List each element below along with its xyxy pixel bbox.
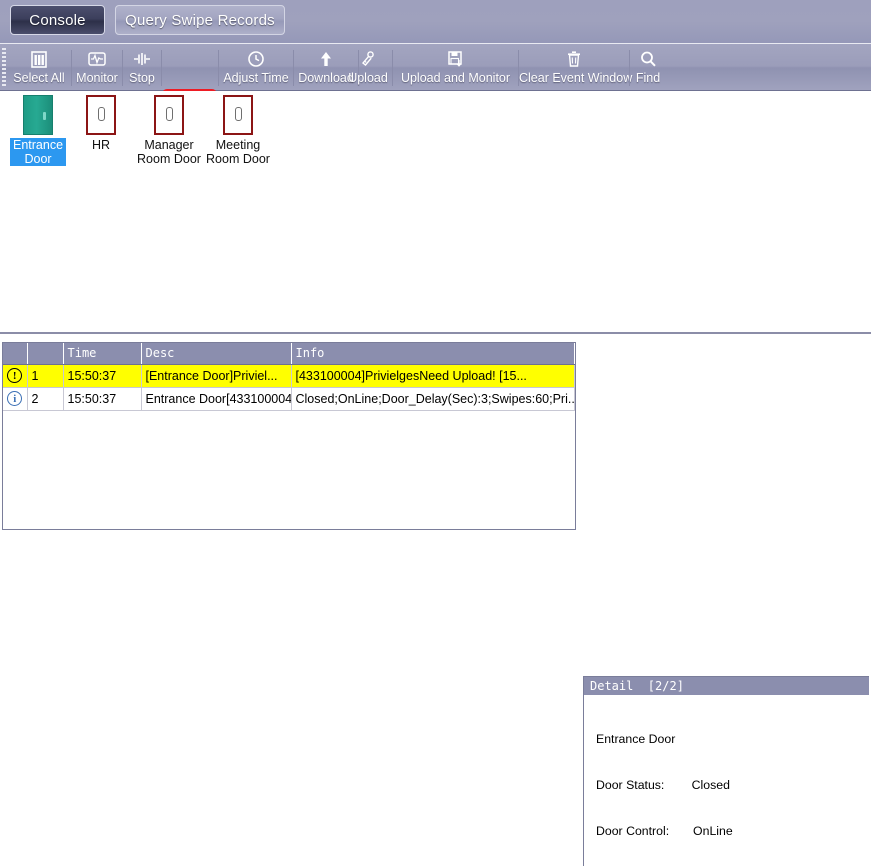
toolbar-label-adjust-time: Adjust Time <box>223 71 289 85</box>
door-icon-online <box>23 95 53 135</box>
toolbar-button-upload-and-monitor[interactable]: Upload and Monitor <box>393 46 518 90</box>
tab-bar: Console Query Swipe Records <box>0 0 871 43</box>
door-handle-icon <box>43 112 46 120</box>
detail-panel-title: Detail [2/2] <box>584 677 869 696</box>
toolbar-separator <box>161 50 162 86</box>
bottom-pane: Time Desc Info ! 1 15:50:37 [Entrance Do… <box>0 336 871 866</box>
device-entrance-door[interactable]: Entrance Door <box>10 95 67 168</box>
row-time: 15:50:37 <box>63 364 142 388</box>
toolbar-button-adjust-time[interactable]: Adjust Time <box>219 46 293 90</box>
row-status-cell: ! <box>3 364 28 388</box>
column-header-time[interactable]: Time <box>63 343 142 365</box>
tab-console[interactable]: Console <box>10 5 105 35</box>
application-window: Console Query Swipe Records Select All M… <box>0 0 871 866</box>
warning-icon: ! <box>7 368 23 384</box>
search-icon <box>630 48 666 70</box>
device-label-manager-room-door: Manager Room Door <box>137 138 201 166</box>
table-row[interactable]: i 2 15:50:37 Entrance Door[433100004] Cl… <box>3 387 575 411</box>
toolbar-button-stop[interactable]: Stop <box>123 46 161 90</box>
main-toolbar: Select All Monitor Stop Adjust Time Down… <box>0 43 871 133</box>
device-label-meeting-room-door: Meeting Room Door <box>206 138 270 166</box>
device-label-entrance-door: Entrance Door <box>10 138 67 166</box>
column-header-info[interactable]: Info <box>291 343 575 365</box>
table-row[interactable]: ! 1 15:50:37 [Entrance Door]Priviel... [… <box>3 364 575 388</box>
event-grid[interactable]: Time Desc Info ! 1 15:50:37 [Entrance Do… <box>2 342 576 530</box>
toolbar-label-select-all: Select All <box>13 71 65 85</box>
toolbar-button-upload[interactable]: Upload <box>344 46 392 90</box>
tab-query-swipe-records[interactable]: Query Swipe Records <box>115 5 285 35</box>
info-icon: i <box>7 391 23 407</box>
column-header-icon[interactable] <box>3 343 28 365</box>
key-upload-icon <box>344 48 392 70</box>
toolbar-label-monitor: Monitor <box>76 71 118 85</box>
toolbar-button-select-all[interactable]: Select All <box>8 46 70 90</box>
clock-icon <box>219 48 293 70</box>
toolbar-label-clear-event-window: Clear Event Window <box>519 71 633 85</box>
detail-panel-body: Entrance Door Door Status: Closed Door C… <box>584 696 869 866</box>
door-handle-icon <box>98 107 105 121</box>
row-index: 2 <box>27 387 64 411</box>
toolbar-drag-handle[interactable] <box>2 48 6 88</box>
row-description: [Entrance Door]Priviel... <box>141 364 292 388</box>
toolbar-label-upload-and-monitor: Upload and Monitor <box>400 71 511 85</box>
toolbar-label-upload: Upload <box>348 71 388 85</box>
device-label-hr: HR <box>91 138 111 152</box>
device-manager-room-door[interactable]: Manager Room Door <box>134 95 204 166</box>
device-canvas[interactable]: Entrance Door HR Manager Room Door Meeti… <box>0 91 871 334</box>
row-description: Entrance Door[433100004] <box>141 387 292 411</box>
event-grid-header-row: Time Desc Info <box>3 343 575 365</box>
detail-line-door-control: Door Control: OnLine <box>596 823 733 838</box>
door-icon-offline <box>223 95 253 135</box>
detail-line-door-status: Door Status: Closed <box>596 778 730 793</box>
row-index: 1 <box>27 364 64 388</box>
trash-icon <box>519 48 629 70</box>
toolbar-button-monitor[interactable]: Monitor <box>72 46 122 90</box>
door-handle-icon <box>235 107 242 121</box>
toolbar-label-find: Find <box>635 71 661 85</box>
device-hr[interactable]: HR <box>76 95 126 152</box>
door-icon-offline <box>154 95 184 135</box>
column-header-desc[interactable]: Desc <box>141 343 292 365</box>
floppy-save-icon <box>393 48 518 70</box>
toolbar-label-stop: Stop <box>129 71 155 85</box>
row-time: 15:50:37 <box>63 387 142 411</box>
door-handle-icon <box>166 107 173 121</box>
detail-line-device-name: Entrance Door <box>596 732 676 747</box>
toolbar-button-find[interactable]: Find <box>630 46 666 90</box>
row-status-cell: i <box>3 387 28 411</box>
columns-icon <box>8 48 70 70</box>
waveform-monitor-icon <box>72 48 122 70</box>
row-info: Closed;OnLine;Door_Delay(Sec):3;Swipes:6… <box>291 387 575 411</box>
row-info: [433100004]PrivielgesNeed Upload! [15... <box>291 364 575 388</box>
door-icon-offline <box>86 95 116 135</box>
device-meeting-room-door[interactable]: Meeting Room Door <box>203 95 273 166</box>
toolbar-button-clear-event-window[interactable]: Clear Event Window <box>519 46 633 90</box>
column-header-index[interactable] <box>27 343 64 365</box>
stop-signal-icon <box>123 48 161 70</box>
detail-panel[interactable]: Detail [2/2] Entrance Door Door Status: … <box>583 676 869 866</box>
